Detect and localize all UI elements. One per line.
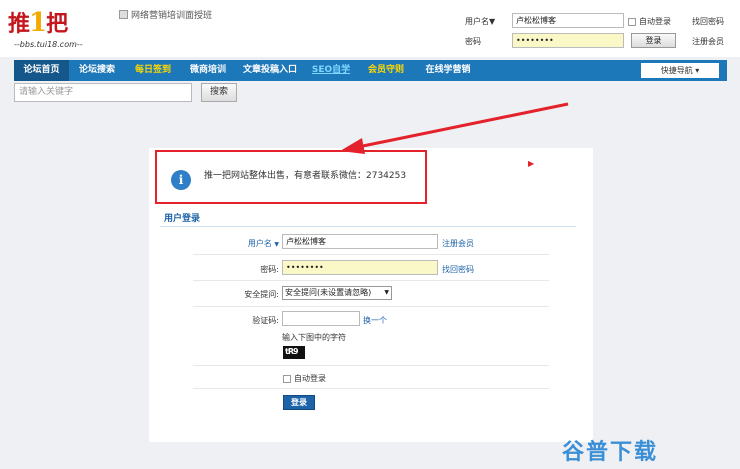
form-username-input[interactable]: 卢松松博客 [282,234,438,249]
logo-mark: 推1把 [8,8,68,38]
captcha-refresh-link[interactable]: 换一个 [363,315,387,326]
captcha-image[interactable]: tR9 [283,346,305,359]
caret-down-icon[interactable]: ▼ [489,17,495,26]
search-input[interactable]: 请输入关键字 [14,83,192,102]
main-nav: 论坛首页 论坛搜索 每日签到 微商培训 文章投稿入口 SEO自学 会员守则 在线… [14,60,727,81]
checkbox-icon[interactable] [283,374,291,383]
password-label: 密码 [465,37,481,46]
quick-nav-button[interactable]: 快捷导航 ▾ [641,63,719,78]
logo-domain: --bbs.tui18.com-- [14,40,83,49]
username-input[interactable]: 卢松松博客 [512,13,624,28]
captcha-input[interactable] [282,311,360,326]
form-password-input[interactable]: •••••••• [282,260,438,275]
banner-image[interactable]: 网络营销培训面授班 [119,8,212,21]
form-username-label[interactable]: 用户名 ▼ [193,238,279,249]
form-question-label: 安全提问: [244,290,279,299]
info-icon: i [171,170,191,190]
form-login-button[interactable]: 登录 [283,395,315,410]
forgot-password-link[interactable]: 找回密码 [692,16,724,27]
nav-item-training[interactable]: 微商培训 [182,60,234,81]
arrow-shaft [357,102,569,149]
broken-image-icon [119,10,128,19]
login-button[interactable]: 登录 [631,33,676,48]
nav-item-home[interactable]: 论坛首页 [14,60,69,81]
nav-item-marketing[interactable]: 在线学营销 [418,60,478,81]
row-divider [193,254,549,255]
search-button[interactable]: 搜索 [201,83,237,102]
select-arrow-icon: ▼ [384,289,389,296]
security-question-select[interactable]: 安全提问(未设置请忽略) ▼ [282,286,392,300]
register-link[interactable]: 注册会员 [692,36,724,47]
play-icon[interactable]: ▶ [528,159,534,168]
checkbox-icon[interactable] [628,17,636,26]
nav-item-rules[interactable]: 会员守则 [362,60,410,81]
row-divider [193,365,549,366]
watermark-logo: 谷普下载 [562,440,659,465]
auto-login-checkbox[interactable]: 自动登录 [628,16,671,27]
nav-item-seo[interactable]: SEO自学 [308,60,354,81]
banner-alt-text: 网络营销培训面授班 [131,11,213,21]
form-auto-login-checkbox[interactable]: 自动登录 [283,373,326,384]
login-title: 用户登录 [164,214,201,224]
form-password-label: 密码: [260,265,279,274]
caret-down-icon: ▾ [695,66,700,75]
nav-item-checkin[interactable]: 每日签到 [127,60,179,81]
form-forgot-link[interactable]: 找回密码 [442,264,474,275]
row-divider [193,280,549,281]
site-logo[interactable]: 推1把 --bbs.tui18.com-- [8,6,108,54]
nav-item-search[interactable]: 论坛搜索 [71,60,123,81]
nav-item-submit-article[interactable]: 文章投稿入口 [238,60,302,81]
captcha-hint: 输入下图中的字符 [282,333,346,342]
form-captcha-label: 验证码: [252,316,279,325]
captcha-image-text: tR9 [285,347,299,356]
caret-down-icon: ▼ [274,241,279,248]
form-register-link[interactable]: 注册会员 [442,238,474,249]
notice-text: 推一把网站整体出售，有意者联系微信：2734253 [204,171,407,181]
page-header: 推1把 --bbs.tui18.com-- 网络营销培训面授班 用户名▼ 卢松松… [0,0,740,57]
row-divider [193,306,549,307]
password-input[interactable]: •••••••• [512,33,624,48]
title-divider [160,226,576,227]
username-label: 用户名▼ [465,17,496,26]
row-divider [193,388,549,389]
